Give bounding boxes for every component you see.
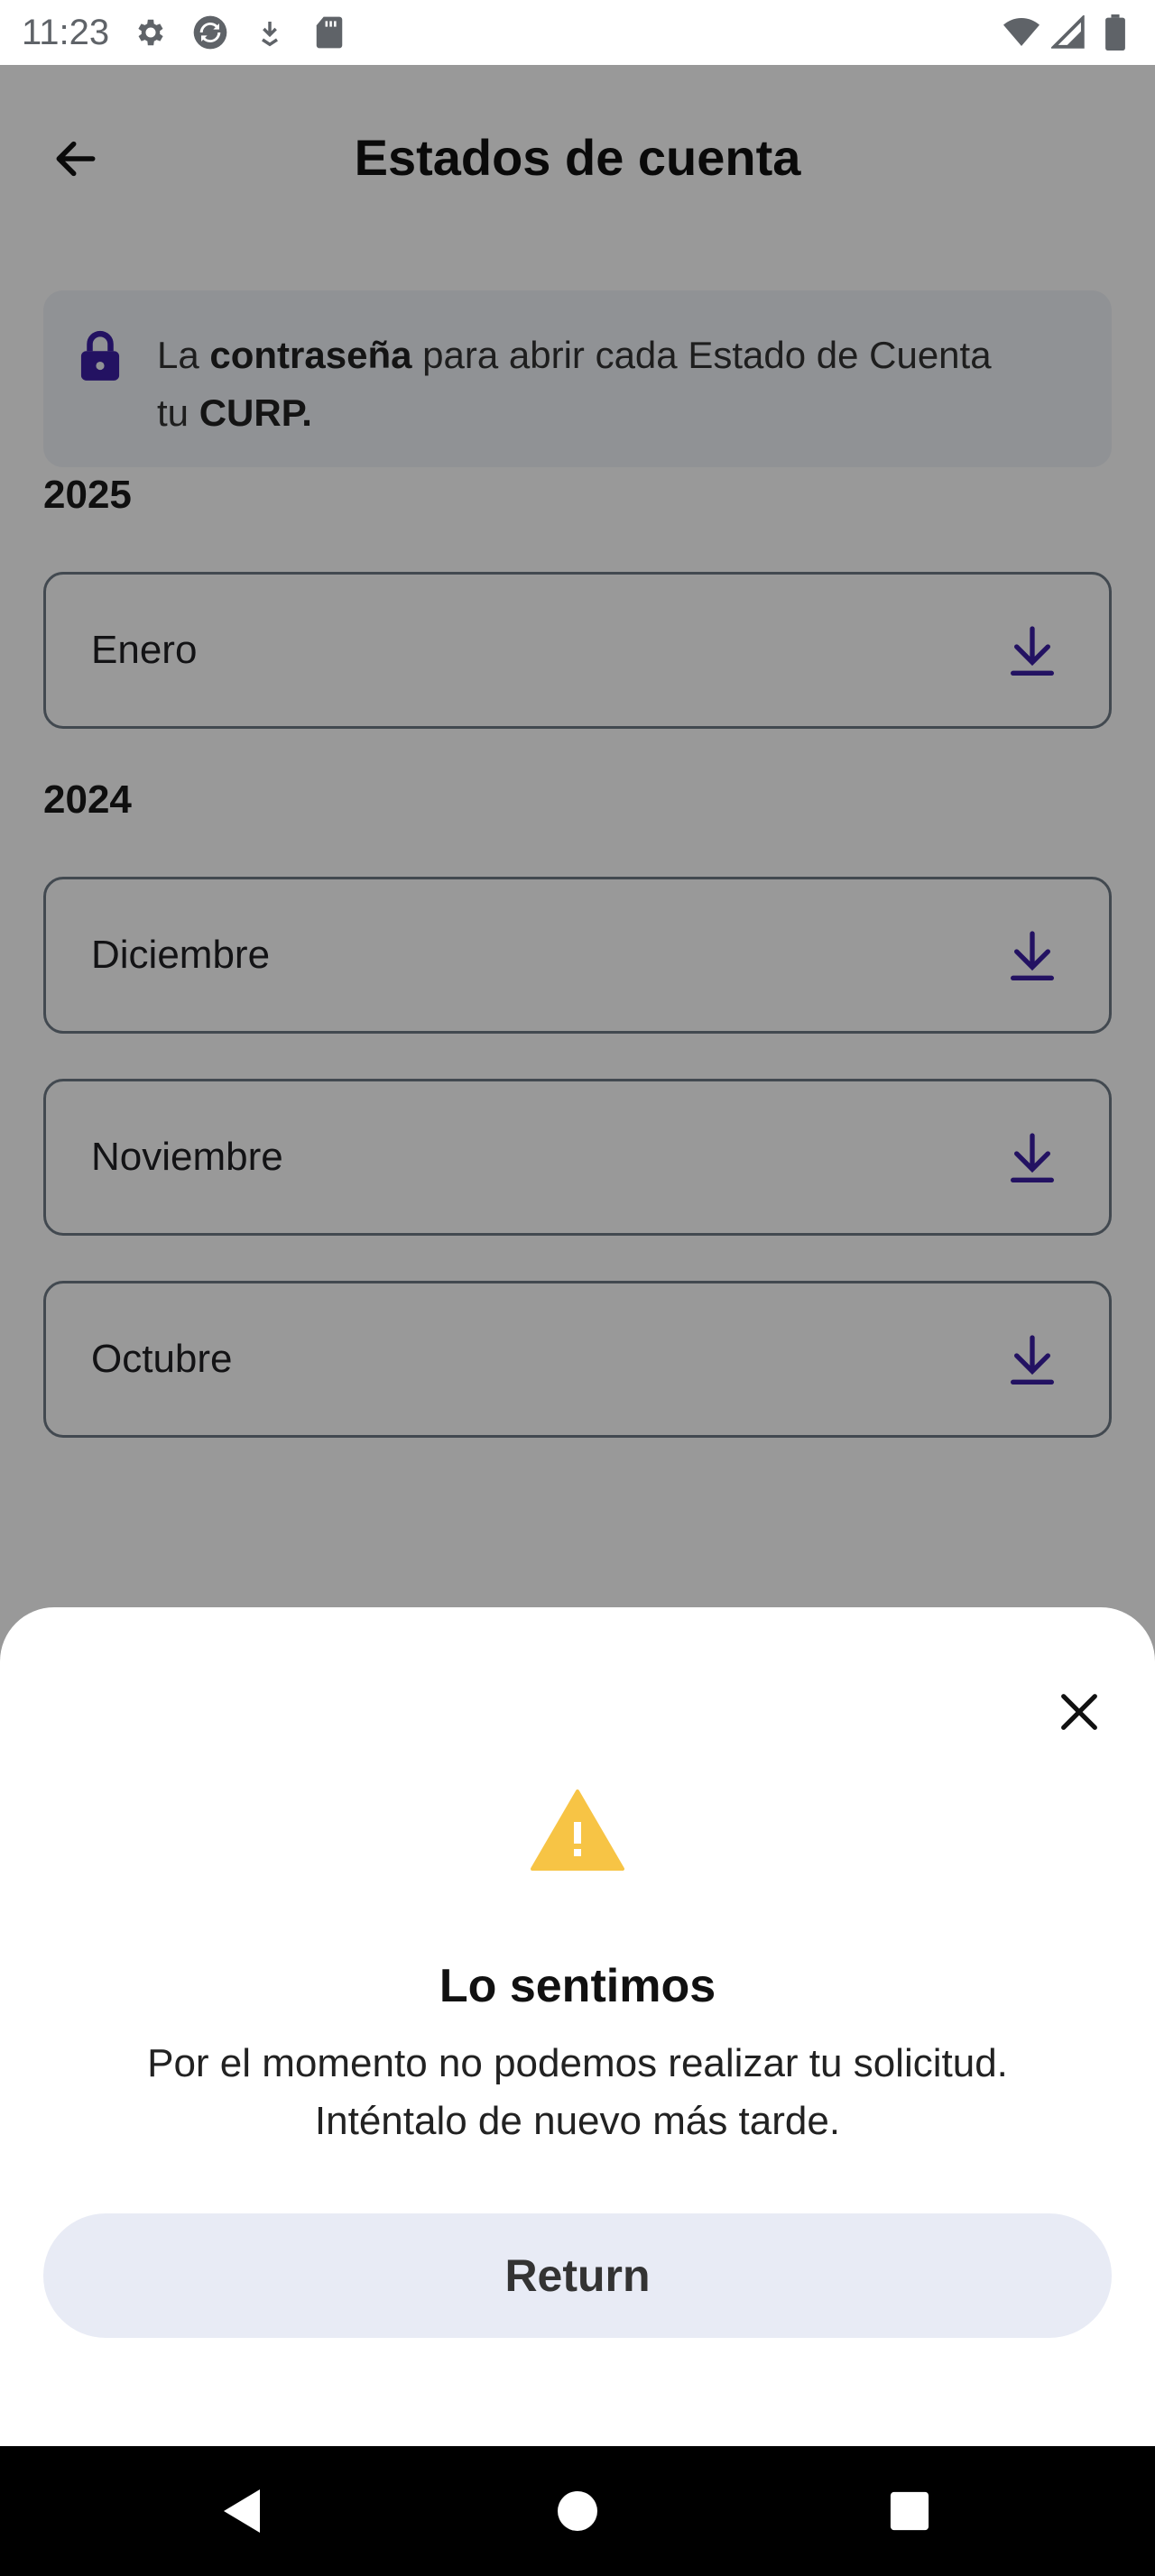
wifi-icon — [1003, 14, 1040, 51]
system-nav-bar — [0, 2446, 1155, 2576]
nav-home-button[interactable] — [550, 2484, 605, 2538]
screen: 11:23 Estados de cuenta La contraseña pa… — [0, 0, 1155, 2576]
download-arrow-icon — [252, 14, 288, 51]
nav-back-button[interactable] — [215, 2484, 269, 2538]
status-right — [1003, 14, 1133, 51]
dialog-title: Lo sentimos — [439, 1960, 716, 2012]
status-bar: 11:23 — [0, 0, 1155, 65]
error-bottom-sheet: Lo sentimos Por el momento no podemos re… — [0, 1607, 1155, 2446]
close-icon — [1061, 1694, 1097, 1730]
sd-card-icon — [311, 14, 347, 51]
home-circle-icon — [558, 2491, 597, 2531]
dialog-message-line-2: Inténtalo de nuevo más tarde. — [314, 2099, 841, 2143]
cell-signal-icon — [1050, 14, 1086, 51]
battery-icon — [1097, 14, 1133, 51]
recents-square-icon — [890, 2491, 929, 2531]
dialog-message: Por el momento no podemos realizar tu so… — [54, 2035, 1101, 2150]
gear-icon — [133, 14, 169, 51]
sync-icon — [192, 14, 228, 51]
nav-recents-button[interactable] — [882, 2484, 937, 2538]
dialog-message-line-1: Por el momento no podemos realizar tu so… — [147, 2041, 1008, 2085]
back-triangle-icon — [224, 2489, 260, 2533]
status-left: 11:23 — [22, 13, 347, 53]
warning-icon — [531, 1789, 624, 1871]
close-button[interactable] — [1050, 1683, 1108, 1741]
status-time: 11:23 — [22, 12, 110, 52]
return-button[interactable]: Return — [43, 2213, 1112, 2338]
